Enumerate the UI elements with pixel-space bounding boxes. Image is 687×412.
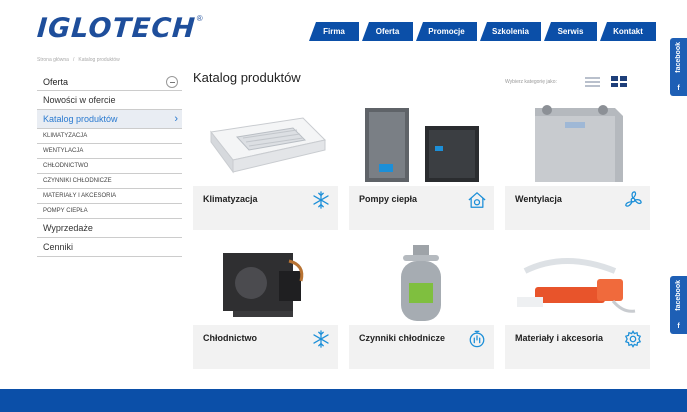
breadcrumb-current: Katalog produktów (78, 57, 120, 63)
sidebar-subitem-chlodnictwo[interactable]: CHŁODNICTWO (37, 159, 182, 174)
sidebar-subitem-wentylacja[interactable]: WENTYLACJA (37, 144, 182, 159)
top-navigation: Firma Oferta Promocje Szkolenia Serwis K… (309, 22, 656, 41)
sidebar-header-label: Oferta (43, 76, 69, 87)
category-label: Czynniki chłodnicze (359, 333, 446, 343)
sidebar-item-cenniki[interactable]: Cenniki (37, 238, 182, 257)
product-image-condensate-pump (505, 241, 650, 325)
nav-szkolenia[interactable]: Szkolenia (480, 22, 541, 41)
category-label: Klimatyzacja (203, 194, 258, 204)
list-view-icon[interactable] (584, 76, 600, 87)
fan-icon (625, 191, 642, 207)
category-label: Materiały i akcesoria (515, 333, 604, 343)
facebook-icon: f (677, 85, 680, 92)
facebook-tab-top[interactable]: facebook f (670, 38, 687, 96)
product-image-condensing-unit (193, 241, 338, 325)
facebook-label: facebook (675, 280, 682, 311)
sidebar: Oferta Nowości w ofercie Katalog produkt… (37, 73, 182, 257)
view-selector: Wybierz kategorię jako: (505, 76, 627, 87)
nav-oferta[interactable]: Oferta (362, 22, 413, 41)
heat-pump-icon (468, 192, 486, 208)
sidebar-item-nowosci[interactable]: Nowości w ofercie (37, 91, 182, 110)
sidebar-subitem-czynniki[interactable]: CZYNNIKI CHŁODNICZE (37, 174, 182, 189)
facebook-icon: f (677, 323, 680, 330)
sidebar-subitem-klimatyzacja[interactable]: KLIMATYZACJA (37, 129, 182, 144)
logo[interactable]: IGLOTECH ® (35, 13, 203, 44)
collapse-icon[interactable] (166, 75, 178, 88)
sidebar-subitem-pompy[interactable]: POMPY CIEPŁA (37, 204, 182, 219)
facebook-label: facebook (675, 42, 682, 73)
sidebar-header[interactable]: Oferta (37, 73, 182, 91)
grid-view-icon[interactable] (610, 76, 627, 87)
footer-bar (0, 389, 687, 412)
product-image-ventilation-unit (505, 102, 650, 186)
nav-firma[interactable]: Firma (309, 22, 359, 41)
nav-promocje[interactable]: Promocje (416, 22, 477, 41)
snowflake-icon (313, 191, 329, 209)
breadcrumb-separator: / (72, 57, 75, 63)
breadcrumb: Strona główna / Katalog produktów (37, 57, 120, 63)
category-card-czynniki[interactable]: Czynniki chłodnicze (349, 241, 494, 369)
category-card-klimatyzacja[interactable]: Klimatyzacja (193, 102, 338, 230)
sidebar-item-wyprzedaze[interactable]: Wyprzedaże (37, 219, 182, 238)
product-image-heat-pumps (349, 102, 494, 186)
breadcrumb-home[interactable]: Strona główna (37, 57, 69, 63)
nav-kontakt[interactable]: Kontakt (600, 22, 656, 41)
category-card-wentylacja[interactable]: Wentylacja (505, 102, 650, 230)
page: IGLOTECH ® Firma Oferta Promocje Szkolen… (0, 0, 687, 412)
category-label: Wentylacja (515, 194, 562, 204)
gauge-icon (469, 330, 485, 348)
facebook-tab-bottom[interactable]: facebook f (670, 276, 687, 334)
page-title: Katalog produktów (193, 70, 301, 85)
sidebar-item-katalog[interactable]: Katalog produktów › (37, 110, 182, 129)
view-selector-label: Wybierz kategorię jako: (505, 78, 557, 85)
product-image-cassette-ac (193, 102, 338, 186)
category-label: Chłodnictwo (203, 333, 257, 343)
logo-text: IGLOTECH (35, 13, 197, 44)
chevron-right-icon: › (174, 113, 178, 125)
nav-serwis[interactable]: Serwis (544, 22, 597, 41)
product-image-refrigerant-cylinder (349, 241, 494, 325)
category-card-materialy[interactable]: Materiały i akcesoria (505, 241, 650, 369)
gear-icon (624, 330, 642, 348)
logo-registered-mark: ® (196, 14, 203, 23)
snowflake-icon (313, 330, 329, 348)
category-card-chlodnictwo[interactable]: Chłodnictwo (193, 241, 338, 369)
category-card-pompy-ciepla[interactable]: Pompy ciepła (349, 102, 494, 230)
sidebar-subitem-materialy[interactable]: MATERIAŁY I AKCESORIA (37, 189, 182, 204)
category-grid: Klimatyzacja Pompy ciepła Wentylacja Chł… (193, 102, 650, 369)
sidebar-item-label: Katalog produktów (43, 114, 118, 124)
category-label: Pompy ciepła (359, 194, 418, 204)
